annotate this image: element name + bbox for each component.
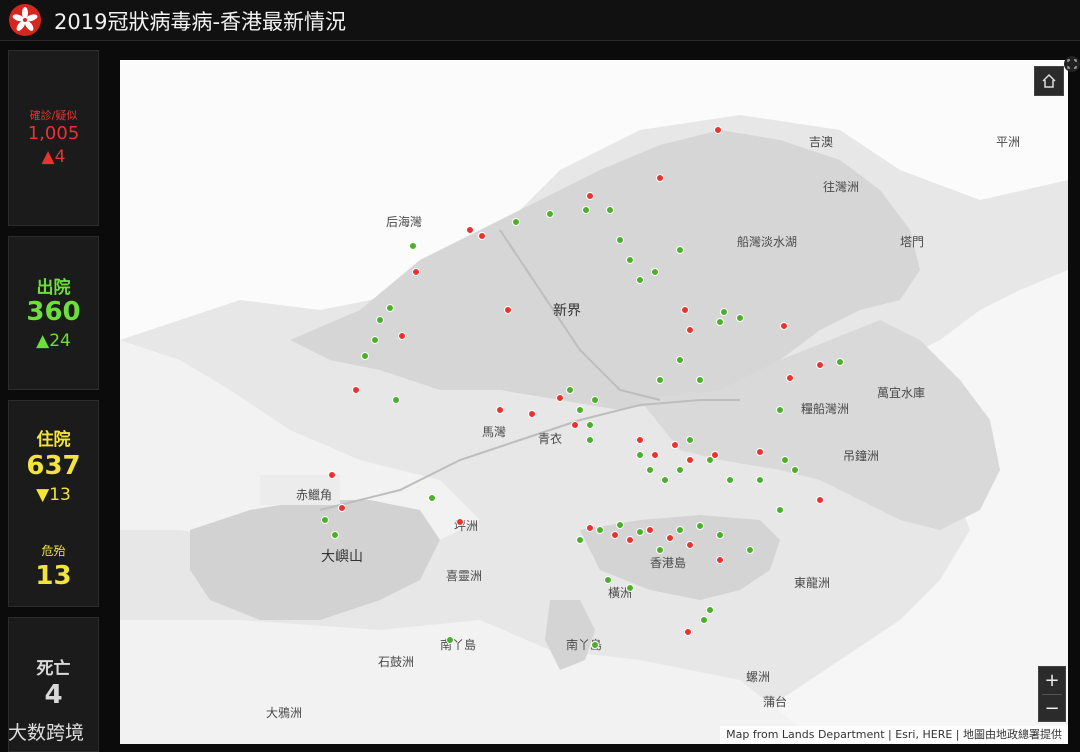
home-button[interactable] (1034, 66, 1064, 96)
active-markers (328, 126, 824, 636)
deaths-label: 死亡 (36, 659, 71, 679)
watermark: 大数跨境 (8, 722, 85, 744)
discharged-delta: ▲24 (36, 331, 71, 351)
confirmed-card: 確診/疑似 1,005 ▲4 (8, 50, 99, 226)
fullscreen-icon[interactable] (1064, 56, 1080, 72)
home-icon (1042, 73, 1056, 88)
discharged-label: 出院 (36, 278, 71, 298)
zoom-control: + − (1038, 666, 1066, 722)
page-title: 2019冠狀病毒病-香港最新情況 (54, 10, 347, 34)
critical-label: 危殆 (41, 544, 66, 558)
deaths-value: 4 (44, 680, 63, 710)
hospitalised-delta: ▼13 (36, 485, 71, 505)
discharged-value: 360 (26, 297, 81, 327)
confirmed-value: 1,005 (27, 123, 80, 144)
confirmed-delta: ▲4 (41, 147, 66, 167)
app-header: 2019冠狀病毒病-香港最新情況 (0, 0, 1080, 41)
case-markers (321, 126, 844, 649)
hospitalised-value: 637 (26, 451, 81, 481)
zoom-in-button[interactable]: + (1039, 667, 1065, 694)
hospitalised-card: 住院 637 ▼13 危殆 13 (8, 400, 99, 607)
hospitalised-label: 住院 (36, 430, 71, 450)
zoom-out-button[interactable]: − (1039, 695, 1065, 722)
recovered-markers (321, 206, 844, 649)
confirmed-label: 確診/疑似 (29, 109, 78, 122)
case-map[interactable]: 后海灣 吉澳 平洲 往灣洲 船灣淡水湖 塔門 新界 馬灣 青衣 赤鱲角 大嶼山 … (120, 60, 1068, 744)
hksar-emblem-icon (9, 4, 41, 36)
map-attribution[interactable]: Map from Lands Department | Esri, HERE |… (720, 726, 1068, 744)
critical-value: 13 (35, 561, 72, 591)
discharged-card: 出院 360 ▲24 (8, 236, 99, 390)
